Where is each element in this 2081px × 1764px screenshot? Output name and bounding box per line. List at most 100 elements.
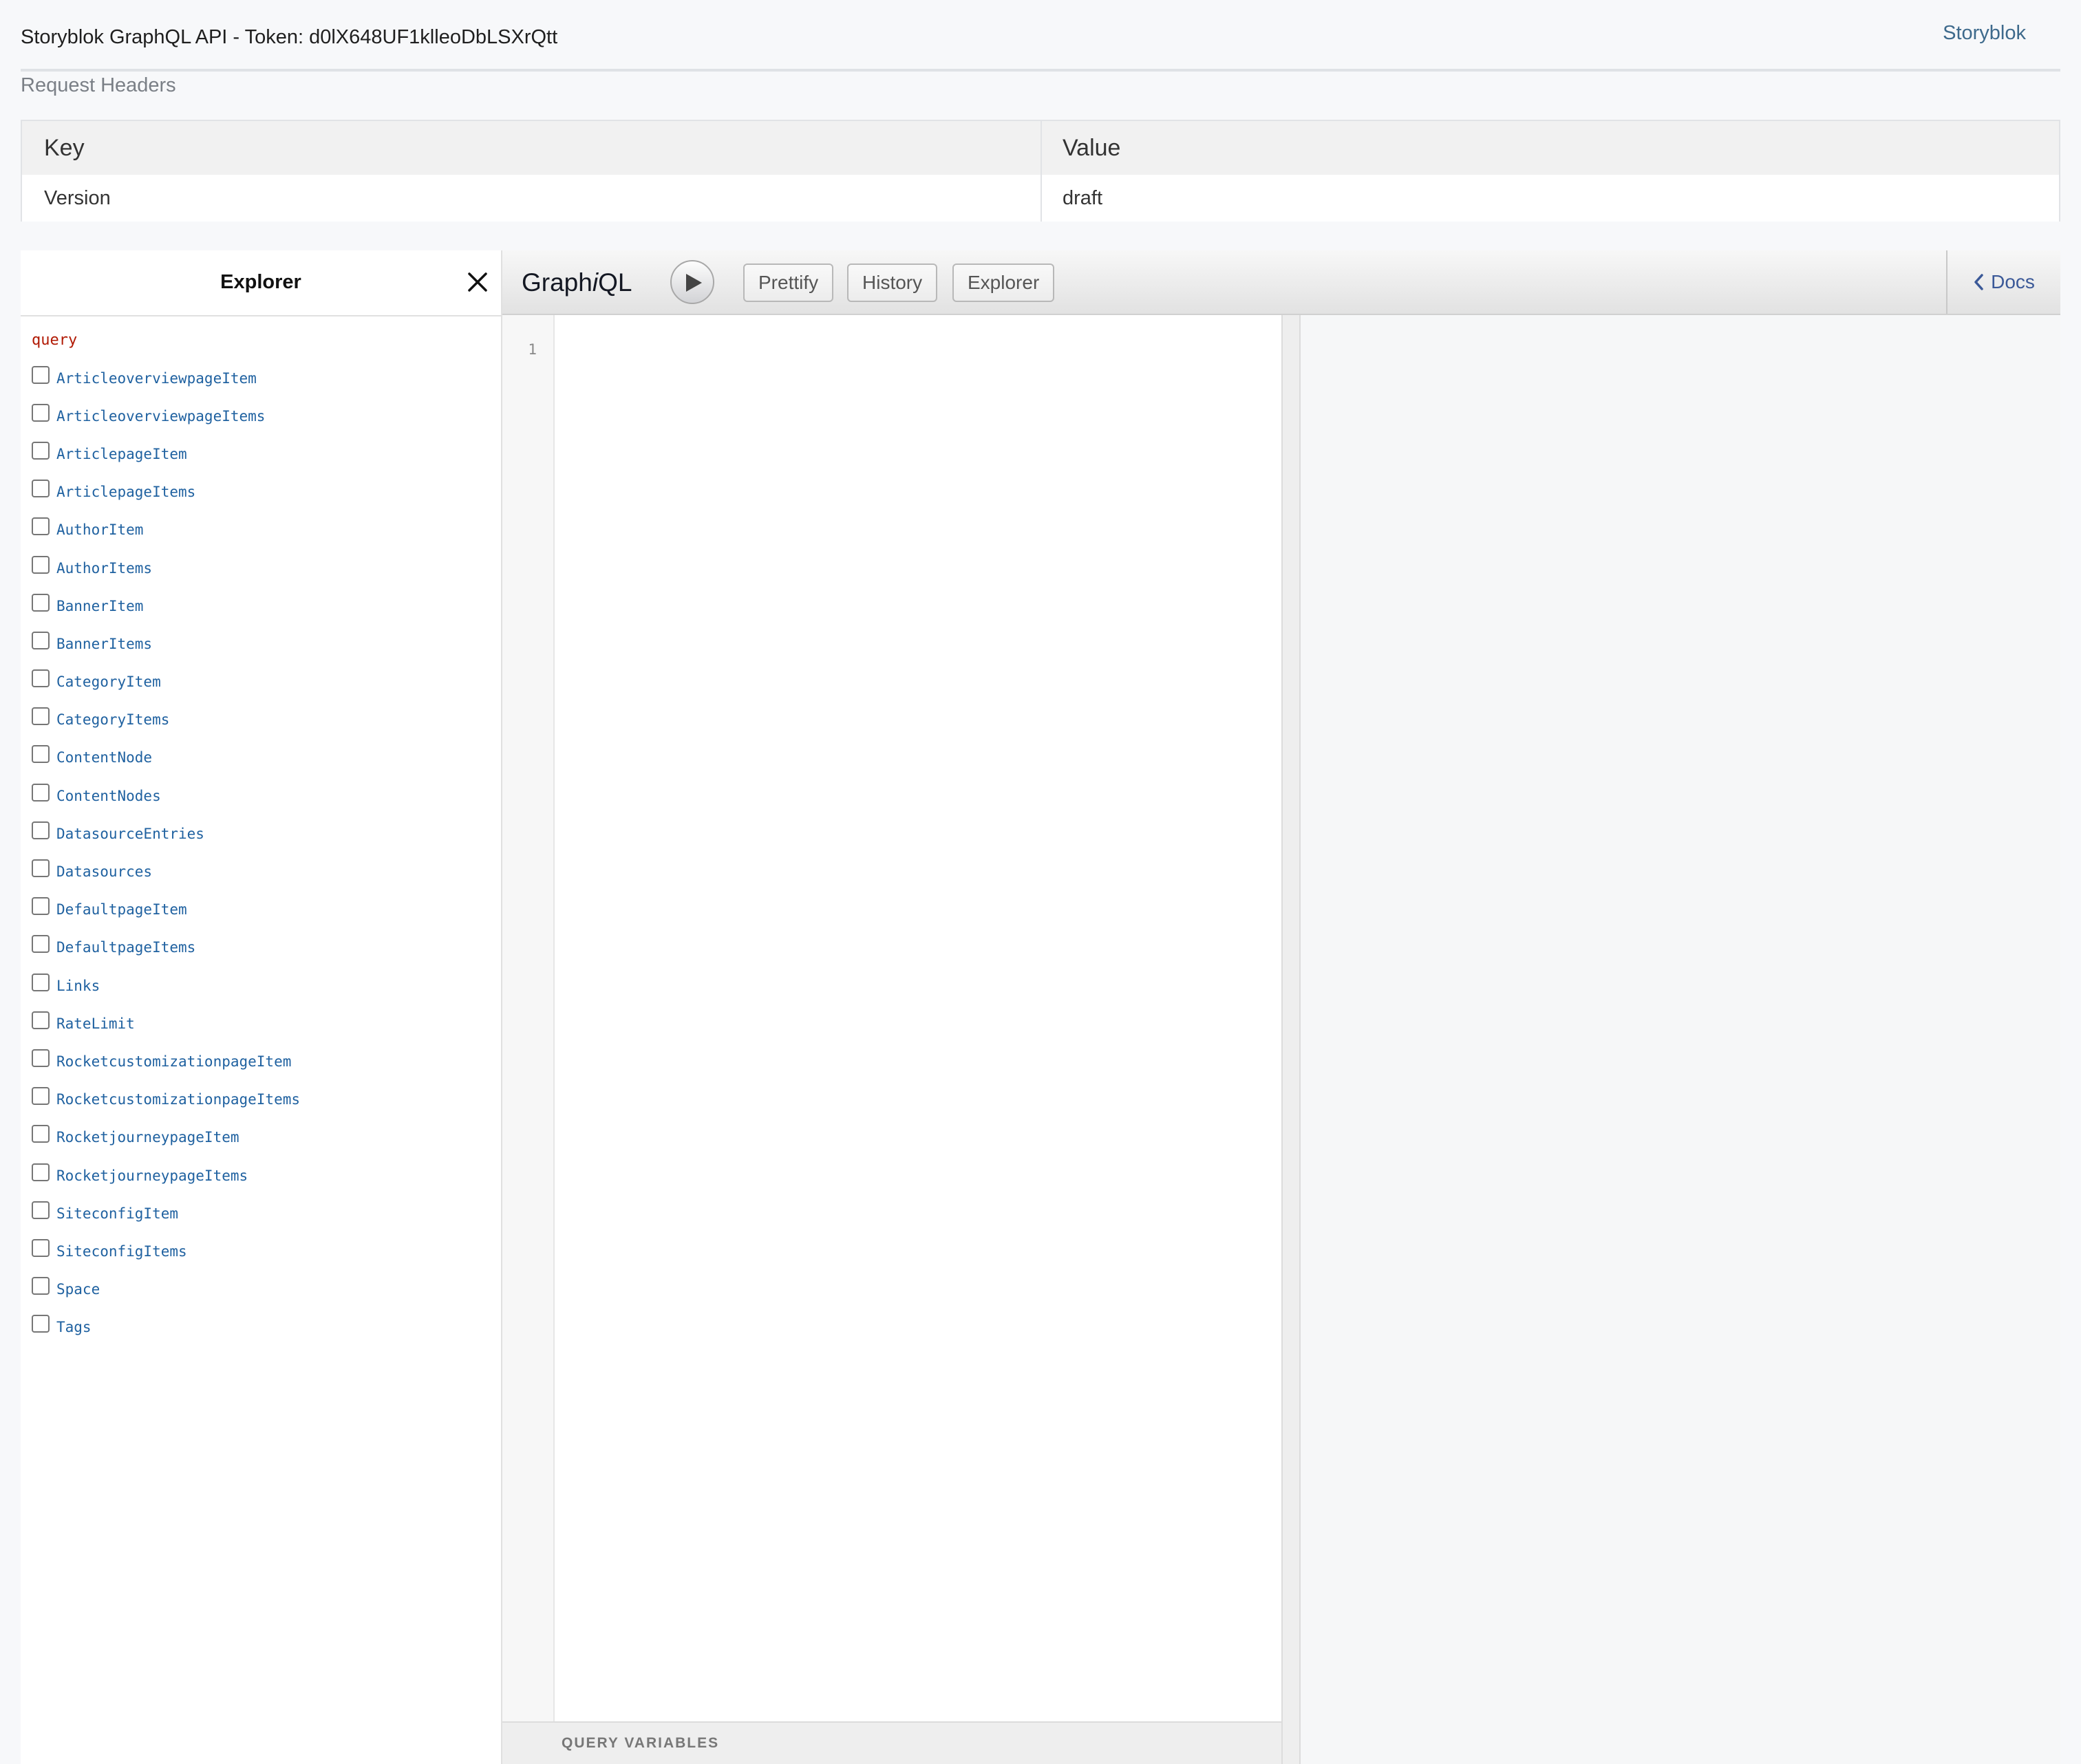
- list-item[interactable]: Space: [32, 1271, 501, 1309]
- line-number-gutter: 1: [502, 315, 555, 1721]
- list-item[interactable]: Tags: [32, 1309, 501, 1346]
- field-name[interactable]: Space: [56, 1281, 100, 1298]
- list-item[interactable]: RocketcustomizationpageItems: [32, 1081, 501, 1119]
- field-checkbox[interactable]: [32, 517, 50, 536]
- query-code-area[interactable]: [555, 315, 1281, 1721]
- field-checkbox[interactable]: [32, 403, 50, 422]
- field-name[interactable]: ArticlepageItem: [56, 446, 187, 462]
- field-checkbox[interactable]: [32, 1163, 50, 1181]
- field-name[interactable]: AuthorItems: [56, 560, 152, 577]
- field-name[interactable]: CategoryItem: [56, 674, 161, 690]
- field-name[interactable]: Links: [56, 978, 100, 994]
- field-checkbox[interactable]: [32, 1238, 50, 1257]
- list-item[interactable]: BannerItems: [32, 625, 501, 663]
- field-checkbox[interactable]: [32, 783, 50, 802]
- close-icon[interactable]: [464, 268, 491, 296]
- list-item[interactable]: DefaultpageItem: [32, 891, 501, 929]
- field-name[interactable]: BannerItems: [56, 636, 152, 652]
- list-item[interactable]: ContentNode: [32, 739, 501, 777]
- list-item[interactable]: SiteconfigItem: [32, 1194, 501, 1232]
- field-checkbox[interactable]: [32, 821, 50, 839]
- field-checkbox[interactable]: [32, 1201, 50, 1219]
- field-name[interactable]: DefaultpageItem: [56, 901, 187, 918]
- list-item[interactable]: SiteconfigItems: [32, 1232, 501, 1270]
- field-checkbox[interactable]: [32, 707, 50, 726]
- execute-query-button[interactable]: [670, 260, 714, 304]
- line-number: 1: [528, 341, 537, 358]
- list-item[interactable]: RateLimit: [32, 1004, 501, 1042]
- field-name[interactable]: ContentNodes: [56, 788, 161, 804]
- query-variables-bar[interactable]: QUERY VARIABLES: [502, 1721, 1281, 1764]
- field-checkbox[interactable]: [32, 859, 50, 878]
- table-row: Version draft: [22, 175, 2059, 222]
- field-name[interactable]: Tags: [56, 1319, 92, 1335]
- field-name[interactable]: Datasources: [56, 863, 152, 880]
- field-checkbox[interactable]: [32, 745, 50, 764]
- field-name[interactable]: DefaultpageItems: [56, 939, 195, 956]
- field-name[interactable]: CategoryItems: [56, 711, 169, 728]
- list-item[interactable]: CategoryItem: [32, 663, 501, 701]
- header-key-cell[interactable]: Version: [22, 175, 1042, 222]
- list-item[interactable]: AuthorItem: [32, 511, 501, 549]
- list-item[interactable]: BannerItem: [32, 587, 501, 625]
- field-checkbox[interactable]: [32, 441, 50, 460]
- field-checkbox[interactable]: [32, 1087, 50, 1106]
- list-item[interactable]: CategoryItems: [32, 701, 501, 739]
- field-checkbox[interactable]: [32, 973, 50, 991]
- field-name[interactable]: ContentNode: [56, 749, 152, 766]
- field-name[interactable]: SiteconfigItems: [56, 1243, 187, 1260]
- field-checkbox[interactable]: [32, 365, 50, 384]
- graphiql-logo-prefix: Graph: [522, 268, 593, 297]
- field-name[interactable]: SiteconfigItem: [56, 1205, 178, 1222]
- list-item[interactable]: ArticlepageItem: [32, 435, 501, 473]
- list-item[interactable]: RocketjourneypageItems: [32, 1157, 501, 1194]
- graphiql-logo-suffix: QL: [598, 268, 632, 297]
- field-name[interactable]: ArticleoverviewpageItem: [56, 370, 257, 387]
- field-checkbox[interactable]: [32, 631, 50, 649]
- field-name[interactable]: RocketjourneypageItem: [56, 1129, 239, 1145]
- pane-resize-handle[interactable]: [1281, 315, 1301, 1764]
- field-checkbox[interactable]: [32, 555, 50, 574]
- list-item[interactable]: Links: [32, 967, 501, 1004]
- list-item[interactable]: RocketcustomizationpageItem: [32, 1042, 501, 1080]
- query-editor[interactable]: 1: [502, 315, 1281, 1721]
- field-name[interactable]: RocketjourneypageItems: [56, 1168, 248, 1184]
- list-item[interactable]: ArticlepageItems: [32, 473, 501, 511]
- list-item[interactable]: RocketjourneypageItem: [32, 1119, 501, 1157]
- field-checkbox[interactable]: [32, 1277, 50, 1295]
- field-name[interactable]: RateLimit: [56, 1015, 135, 1032]
- docs-button[interactable]: Docs: [1946, 250, 2060, 314]
- operation-keyword: query: [32, 332, 78, 349]
- list-item[interactable]: ArticleoverviewpageItem: [32, 359, 501, 397]
- prettify-button[interactable]: Prettify: [743, 263, 834, 302]
- field-name[interactable]: BannerItem: [56, 598, 143, 614]
- field-name[interactable]: ArticleoverviewpageItems: [56, 408, 265, 424]
- header-value-cell[interactable]: draft: [1042, 175, 2059, 222]
- storyblok-link[interactable]: Storyblok: [1943, 22, 2026, 45]
- field-list: ArticleoverviewpageItem Articleoverviewpa…: [32, 359, 501, 1346]
- list-item[interactable]: DefaultpageItems: [32, 929, 501, 967]
- field-checkbox[interactable]: [32, 1048, 50, 1067]
- field-checkbox[interactable]: [32, 935, 50, 954]
- field-checkbox[interactable]: [32, 593, 50, 612]
- list-item[interactable]: Datasources: [32, 852, 501, 890]
- field-name[interactable]: AuthorItem: [56, 521, 143, 538]
- list-item[interactable]: AuthorItems: [32, 549, 501, 587]
- request-headers-table: Key Value Version draft: [21, 120, 2060, 222]
- field-name[interactable]: RocketcustomizationpageItems: [56, 1091, 300, 1108]
- field-name[interactable]: RocketcustomizationpageItem: [56, 1053, 291, 1070]
- field-checkbox[interactable]: [32, 1315, 50, 1333]
- field-checkbox[interactable]: [32, 897, 50, 916]
- request-headers-label: Request Headers: [21, 74, 176, 96]
- field-checkbox[interactable]: [32, 669, 50, 688]
- field-checkbox[interactable]: [32, 1011, 50, 1029]
- field-name[interactable]: DatasourceEntries: [56, 826, 204, 842]
- history-button[interactable]: History: [847, 263, 938, 302]
- list-item[interactable]: ArticleoverviewpageItems: [32, 397, 501, 435]
- list-item[interactable]: DatasourceEntries: [32, 815, 501, 852]
- field-checkbox[interactable]: [32, 1125, 50, 1143]
- field-checkbox[interactable]: [32, 480, 50, 498]
- list-item[interactable]: ContentNodes: [32, 777, 501, 815]
- explorer-toggle-button[interactable]: Explorer: [952, 263, 1055, 302]
- field-name[interactable]: ArticlepageItems: [56, 484, 195, 500]
